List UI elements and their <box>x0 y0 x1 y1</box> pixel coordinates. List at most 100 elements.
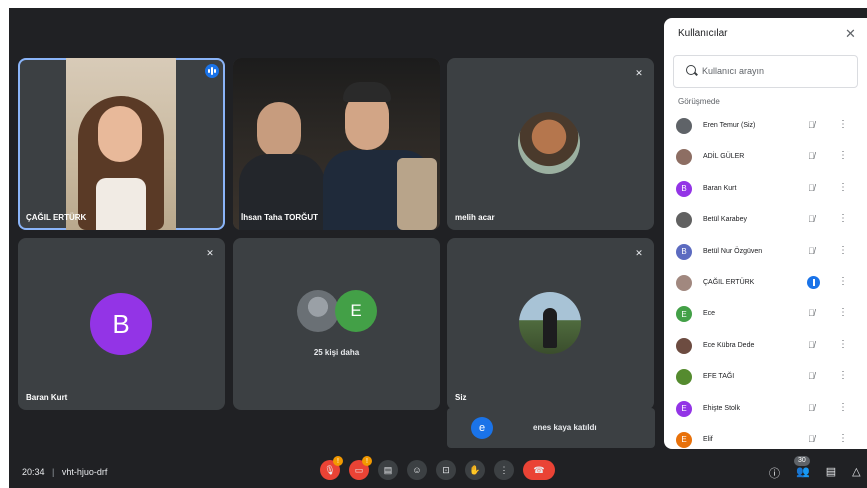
avatar <box>676 274 692 291</box>
mic-off-icon: 🎙 <box>324 464 336 475</box>
participant-search <box>673 55 858 88</box>
warning-badge: ! <box>362 456 372 466</box>
separator: | <box>52 467 55 477</box>
join-notification: e enes kaya katıldı <box>447 408 655 448</box>
mic-off-icon[interactable]: 🎙̸ <box>808 371 815 381</box>
participant-row[interactable]: B Betül Nur Özgüven 🎙̸ ⋮ <box>664 237 867 268</box>
person-face <box>98 106 142 162</box>
video-tile-baran[interactable]: ✕ B Baran Kurt <box>18 238 225 410</box>
more-vert-icon: ⋮ <box>499 464 509 475</box>
people-icon[interactable]: 👥 <box>796 465 810 481</box>
video-tile-ihsan[interactable]: İhsan Taha TORĞUT <box>233 58 440 230</box>
more-vert-icon[interactable]: ⋮ <box>838 433 848 444</box>
avatar <box>676 118 692 134</box>
participant-name: ÇAĞIL ERTÜRK <box>703 278 755 286</box>
avatar-photo <box>518 112 580 174</box>
tile-name: İhsan Taha TORĞUT <box>241 213 319 222</box>
avatar: B <box>676 243 692 260</box>
avatar: E <box>676 306 692 323</box>
more-vert-icon[interactable]: ⋮ <box>838 245 848 256</box>
mic-off-icon[interactable]: 🎙̸ <box>808 214 815 224</box>
mic-off-icon[interactable]: 🎙̸ <box>808 434 815 444</box>
mic-toggle-button[interactable]: 🎙 ! <box>320 456 343 480</box>
participant-name: Elif <box>703 435 713 443</box>
participant-row[interactable]: Eren Temur (Siz) 🎙̸ ⋮ <box>664 111 867 142</box>
participant-name: Ece Kübra Dede <box>703 341 755 349</box>
more-vert-icon[interactable]: ⋮ <box>838 150 848 161</box>
call-controls: 🎙 ! ▭ ! ▤ ☺ ⊡ ✋ ⋮ ☎ <box>320 456 555 480</box>
participant-list: Eren Temur (Siz) 🎙̸ ⋮ ADİL GÜLER 🎙̸ ⋮ B Baran K… <box>664 111 867 449</box>
info-icon[interactable]: ⓘ <box>769 465 780 481</box>
chat-icon[interactable]: ▤ <box>826 465 836 481</box>
present-button[interactable]: ⊡ <box>436 460 456 480</box>
camera-toggle-button[interactable]: ▭ ! <box>349 456 372 480</box>
more-vert-icon[interactable]: ⋮ <box>838 276 848 287</box>
speaking-indicator-icon <box>807 275 820 289</box>
self-video-tile[interactable]: ✕ Siz <box>447 238 654 410</box>
emoji-icon: ☺ <box>412 465 422 475</box>
shoulder-bag <box>397 158 437 230</box>
participant-row[interactable]: E Ece 🎙̸ ⋮ <box>664 299 867 330</box>
avatar <box>676 212 692 229</box>
people-panel: Kullanıcılar ✕ Görüşmede Eren Temur (Siz… <box>664 18 867 449</box>
avatar <box>676 337 692 354</box>
avatar: E <box>676 400 692 417</box>
side-actions: ⓘ 👥 ▤ △ <box>769 465 861 481</box>
participant-row[interactable]: ÇAĞIL ERTÜRK ⋮ <box>664 268 867 299</box>
participant-row[interactable]: B Baran Kurt 🎙̸ ⋮ <box>664 174 867 205</box>
avatar: B <box>90 293 152 355</box>
close-icon[interactable]: ✕ <box>845 26 856 42</box>
bottom-toolbar: 20:34 | vht-hjuo-drf 🎙 ! ▭ ! ▤ ☺ ⊡ ✋ ⋮ ☎… <box>9 455 867 488</box>
avatar: B <box>676 180 692 197</box>
activities-icon[interactable]: △ <box>852 465 860 481</box>
captions-icon: ▤ <box>383 464 393 475</box>
participant-row[interactable]: ADİL GÜLER 🎙̸ ⋮ <box>664 142 867 173</box>
participant-row[interactable]: E Elif 🎙̸ ⋮ <box>664 425 867 449</box>
mic-off-icon[interactable]: 🎙̸ <box>808 403 815 413</box>
more-vert-icon[interactable]: ⋮ <box>838 402 848 413</box>
more-vert-icon[interactable]: ⋮ <box>838 119 848 130</box>
mic-off-icon[interactable]: 🎙̸ <box>808 246 815 256</box>
mic-off-icon[interactable]: 🎙̸ <box>808 340 815 350</box>
more-vert-icon[interactable]: ⋮ <box>838 370 848 381</box>
mic-off-icon[interactable]: 🎙̸ <box>808 308 815 318</box>
mic-off-icon: ✕ <box>206 247 214 258</box>
more-participants-tile[interactable]: E 25 kişi daha <box>233 238 440 410</box>
emoji-button[interactable]: ☺ <box>407 460 427 480</box>
participant-row[interactable]: EFE TAĞI 🎙̸ ⋮ <box>664 362 867 393</box>
more-vert-icon[interactable]: ⋮ <box>838 213 848 224</box>
meeting-info: 20:34 | vht-hjuo-drf <box>22 467 107 477</box>
hand-icon: ✋ <box>469 464 481 475</box>
mic-off-icon[interactable]: 🎙̸ <box>808 183 815 193</box>
more-options-button[interactable]: ⋮ <box>494 460 514 480</box>
mic-off-icon[interactable]: 🎙̸ <box>808 151 815 161</box>
mic-off-icon[interactable]: 🎙̸ <box>808 120 815 130</box>
raise-hand-button[interactable]: ✋ <box>465 460 485 480</box>
more-vert-icon[interactable]: ⋮ <box>838 307 848 318</box>
tile-name: ÇAĞIL ERTÜRK <box>26 213 87 222</box>
search-input[interactable] <box>702 64 842 78</box>
more-vert-icon[interactable]: ⋮ <box>838 339 848 350</box>
mic-off-icon: ✕ <box>635 247 643 258</box>
participant-name: Betül Nur Özgüven <box>703 247 763 255</box>
camera-off-icon: ▭ <box>354 464 364 475</box>
search-icon <box>686 65 696 75</box>
present-icon: ⊡ <box>442 464 450 475</box>
participant-name: ADİL GÜLER <box>703 153 745 161</box>
avatar: E <box>335 290 377 332</box>
participant-row[interactable]: Ece Kübra Dede 🎙̸ ⋮ <box>664 331 867 362</box>
end-call-icon: ☎ <box>533 464 545 475</box>
more-vert-icon[interactable]: ⋮ <box>838 182 848 193</box>
captions-button[interactable]: ▤ <box>378 460 398 480</box>
participant-row[interactable]: E Ehişte Stolk 🎙̸ ⋮ <box>664 394 867 425</box>
section-label: Görüşmede <box>678 97 720 106</box>
person-clothing <box>96 178 146 230</box>
participant-row[interactable]: Betül Karabey 🎙̸ ⋮ <box>664 205 867 236</box>
participant-name: Ece <box>703 310 716 318</box>
screen: ÇAĞIL ERTÜRK İhsan Taha TORĞUT ✕ melih a… <box>0 0 867 488</box>
leave-call-button[interactable]: ☎ <box>523 460 555 480</box>
person-face <box>257 102 301 158</box>
video-tile-cagil[interactable]: ÇAĞIL ERTÜRK <box>18 58 225 230</box>
more-count: 25 kişi daha <box>313 348 360 357</box>
video-tile-melih[interactable]: ✕ melih acar <box>447 58 654 230</box>
